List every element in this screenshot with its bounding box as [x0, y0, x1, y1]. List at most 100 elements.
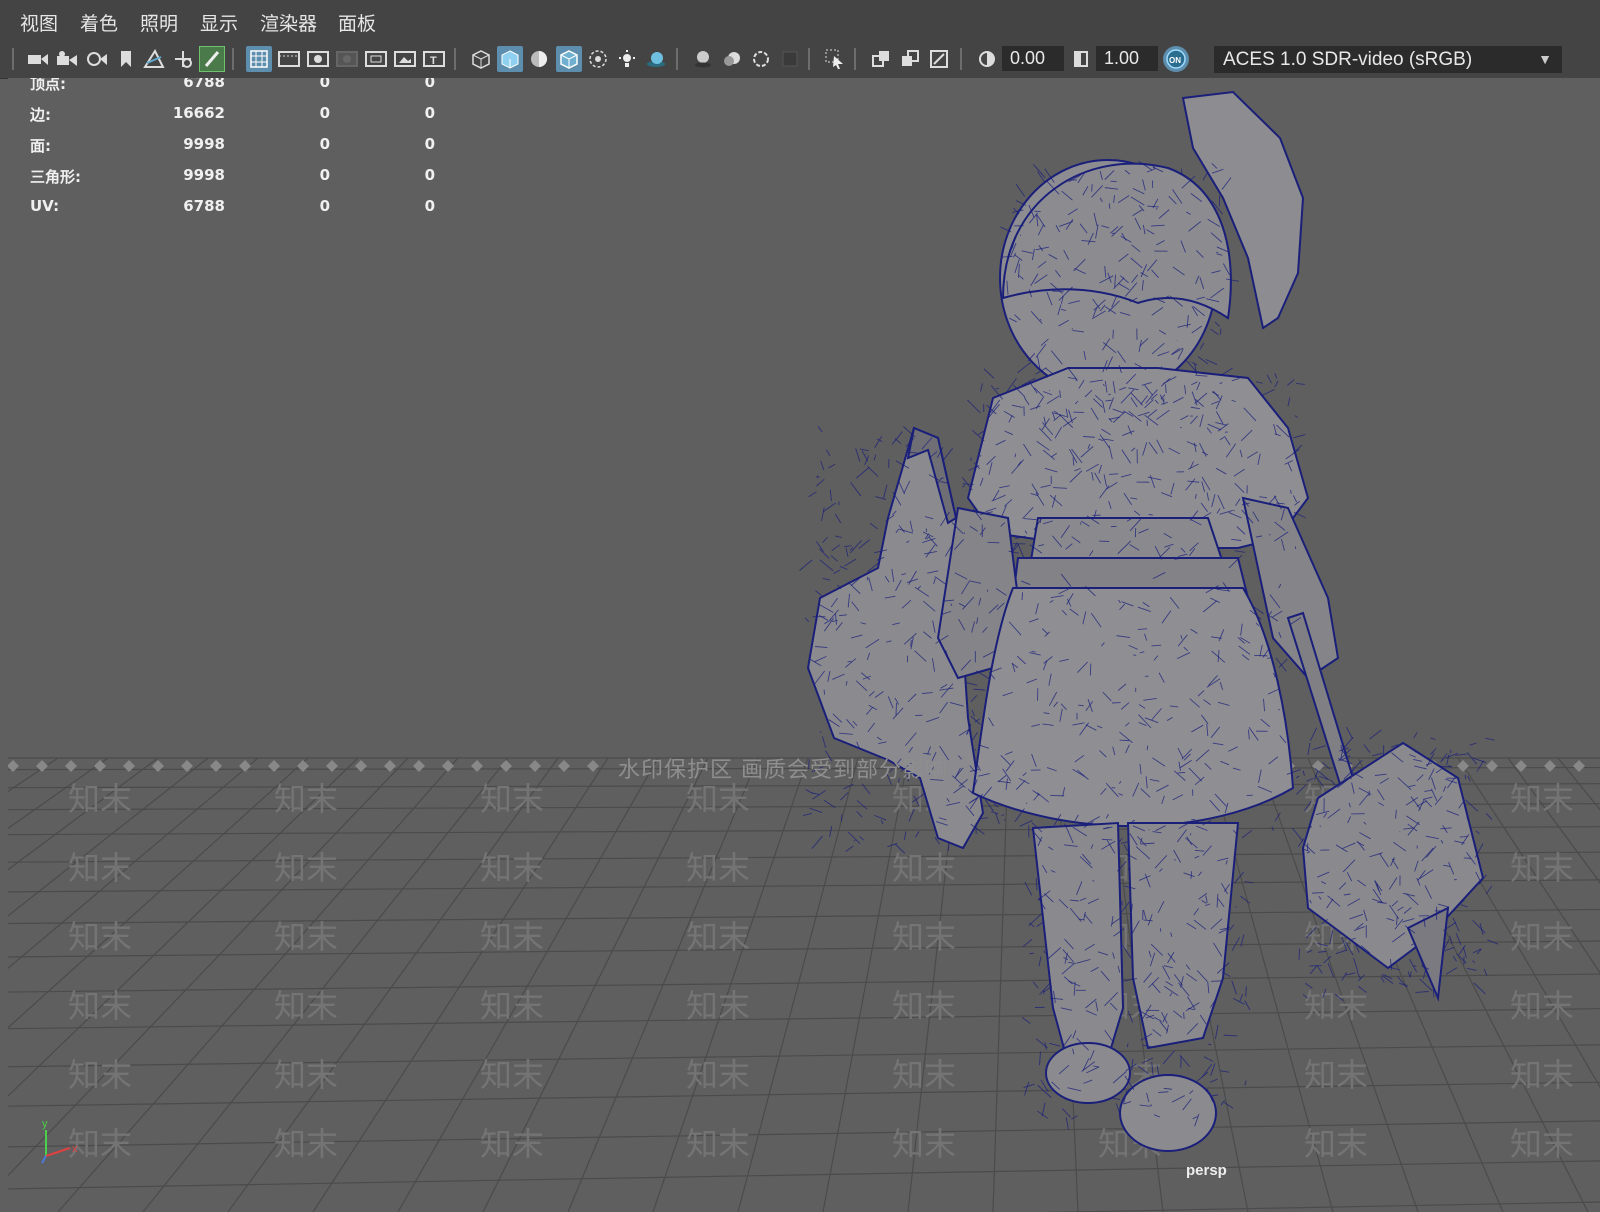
depth-of-field-icon[interactable]	[777, 46, 803, 72]
watermark-text: 知末	[274, 1125, 338, 1163]
camera-select-icon[interactable]	[25, 46, 51, 72]
axis-x-label: x	[72, 1143, 78, 1155]
watermark-dot	[210, 760, 222, 772]
watermark-text: 知末	[274, 849, 338, 887]
watermark-text: 知末	[480, 780, 544, 818]
watermark-text: 知末	[892, 1056, 956, 1094]
menu-shading[interactable]: 着色	[80, 9, 118, 36]
watermark-text: 知末	[274, 1056, 338, 1094]
backface-culling-icon[interactable]	[926, 46, 952, 72]
right-boot-mesh	[1119, 1074, 1217, 1152]
hud-value: 9998	[183, 135, 225, 153]
watermark-text: 知末	[1510, 1056, 1574, 1094]
watermark-text: 知末	[480, 1125, 544, 1163]
hud-label: 顶点:	[30, 78, 66, 93]
camera-attributes-icon[interactable]	[54, 46, 80, 72]
watermark-dot	[297, 760, 309, 772]
watermark-text: 知末	[68, 849, 132, 887]
exposure-field[interactable]: 0.00	[1002, 46, 1064, 71]
xray-joints-icon[interactable]	[868, 46, 894, 72]
toolbar-separator	[232, 48, 234, 70]
watermark-text: 知末	[1510, 918, 1574, 956]
panel-toolbar: T 0.00 1.00 ON ACES 1.0 SDR-video (sRGB)…	[0, 40, 1600, 79]
watermark-dot	[587, 760, 599, 772]
perspective-viewport[interactable]: 知末 知末 知末 知末 知末 知末 知末 知末 知末 知末 知末 知末 知末 知末 知末 知末 知末 知末 知末 知末…	[8, 78, 1600, 1212]
gamma-field[interactable]: 1.00	[1096, 46, 1158, 71]
camera-bookmark-icon[interactable]	[84, 46, 110, 72]
isolate-select-icon[interactable]	[822, 46, 848, 72]
color-space-dropdown[interactable]: ACES 1.0 SDR-video (sRGB) ▼	[1214, 46, 1562, 73]
screen-space-ao-icon[interactable]	[690, 46, 716, 72]
grid-icon[interactable]	[246, 46, 272, 72]
menu-lighting[interactable]: 照明	[140, 9, 178, 36]
watermark-text: 知末	[274, 918, 338, 956]
chevron-down-icon: ▼	[1538, 51, 1552, 67]
color-management-icon[interactable]: ON	[1163, 46, 1189, 72]
watermark-text: 知末	[480, 849, 544, 887]
safe-action-icon[interactable]	[392, 46, 418, 72]
menu-panels[interactable]: 面板	[338, 9, 376, 36]
left-boot-mesh	[1045, 1042, 1131, 1104]
safe-title-icon[interactable]: T	[421, 46, 447, 72]
resolution-gate-icon[interactable]	[305, 46, 331, 72]
watermark-text: 知末	[68, 780, 132, 818]
watermark-dot	[1457, 760, 1469, 772]
axis-y-label: y	[42, 1118, 48, 1130]
menu-show[interactable]: 显示	[200, 9, 238, 36]
watermark-text: 知末	[1304, 1056, 1368, 1094]
anti-aliasing-icon[interactable]	[748, 46, 774, 72]
svg-text:T: T	[430, 55, 437, 67]
skirt-mesh	[971, 587, 1295, 828]
hud-label: 三角形:	[30, 168, 81, 186]
watermark-text: 知末	[68, 1056, 132, 1094]
wireframe-on-shaded-icon[interactable]	[556, 46, 582, 72]
wireframe-icon[interactable]	[468, 46, 494, 72]
watermark-dot	[36, 760, 48, 772]
watermark-dot	[123, 760, 135, 772]
grease-pencil-icon[interactable]	[199, 46, 225, 72]
watermark-text: 知末	[686, 780, 750, 818]
smooth-shade-icon[interactable]	[497, 46, 523, 72]
watermark-dot	[268, 760, 280, 772]
hud-value: 0	[319, 78, 330, 91]
watermark-dot	[500, 760, 512, 772]
watermark-text: 知末	[892, 918, 956, 956]
shadows-icon[interactable]	[643, 46, 669, 72]
watermark-dot	[65, 760, 77, 772]
watermark-dot	[1573, 760, 1585, 772]
watermark-text: 知末	[68, 918, 132, 956]
hud-value: 9998	[183, 166, 225, 184]
gate-mask-icon[interactable]	[334, 46, 360, 72]
menu-renderer[interactable]: 渲染器	[260, 9, 317, 36]
hud-value: 0	[319, 104, 330, 122]
use-all-lights-icon[interactable]	[614, 46, 640, 72]
watermark-dot	[442, 760, 454, 772]
film-gate-icon[interactable]	[276, 46, 302, 72]
watermark-dot	[471, 760, 483, 772]
bookmark-icon[interactable]	[113, 46, 139, 72]
image-plane-icon[interactable]	[141, 46, 167, 72]
xray-icon[interactable]	[585, 46, 611, 72]
gamma-icon[interactable]	[1068, 46, 1094, 72]
toolbar-separator	[676, 48, 678, 70]
default-material-icon[interactable]	[526, 46, 552, 72]
hud-value: 0	[424, 104, 435, 122]
scene-canvas[interactable]: 知末 知末 知末 知末 知末 知末知末 知末 知末 知末 知末 知末知末 知末 知末 知末 知末 知末 知末 知末…	[8, 78, 1600, 1212]
watermark-dot	[413, 760, 425, 772]
field-chart-icon[interactable]	[363, 46, 389, 72]
motion-blur-icon[interactable]	[719, 46, 745, 72]
menu-view[interactable]: 视图	[20, 9, 58, 36]
2d-pan-zoom-icon[interactable]	[170, 46, 196, 72]
watermark-dot	[384, 760, 396, 772]
left-leg-mesh	[1031, 821, 1125, 1065]
watermark-text: 知末	[1304, 1125, 1368, 1163]
xray-active-icon[interactable]	[897, 46, 923, 72]
watermark-text: 知末	[68, 987, 132, 1025]
watermark-text: 知末	[1510, 987, 1574, 1025]
hud-label: 边:	[30, 106, 51, 124]
watermark-dot	[94, 760, 106, 772]
view-axis-icon: y x	[41, 1118, 78, 1164]
watermark-text: 知末	[686, 1125, 750, 1163]
exposure-icon[interactable]	[974, 46, 1000, 72]
watermark-text: 知末	[274, 780, 338, 818]
